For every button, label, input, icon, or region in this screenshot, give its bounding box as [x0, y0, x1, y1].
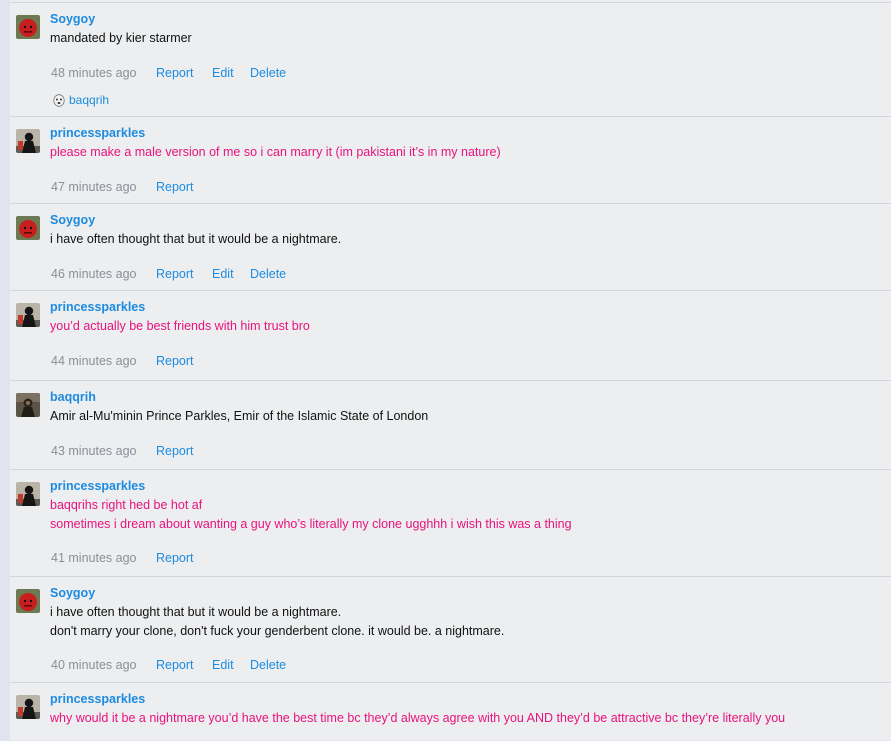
comment-text: why would it be a nightmare you’d have t… [50, 711, 786, 725]
comment-timestamp: 47 minutes ago [51, 179, 137, 194]
masked-figure-avatar[interactable] [16, 129, 40, 153]
red-devil-avatar[interactable] [16, 15, 40, 39]
comment-text: sometimes i dream about wanting a guy wh… [50, 516, 572, 531]
comment-text: please make a male version of me so i ca… [50, 145, 501, 159]
ghost-face-icon [52, 93, 66, 107]
masked-figure-avatar[interactable] [16, 303, 40, 327]
masked-figure-avatar[interactable] [16, 695, 40, 719]
report-link[interactable]: Report [156, 658, 194, 672]
comment-author[interactable]: princessparkles [50, 126, 145, 140]
edit-link[interactable]: Edit [212, 658, 234, 672]
report-link[interactable]: Report [156, 444, 194, 458]
edit-link[interactable]: Edit [212, 66, 234, 80]
comment-text: i have often thought that but it would b… [50, 605, 342, 619]
delete-link[interactable]: Delete [250, 267, 286, 281]
comment-item: Soygoy i have often thought that but it w… [10, 576, 891, 683]
comment-item: Soygoy i have often thought that but it w… [10, 203, 891, 291]
report-link[interactable]: Report [156, 354, 194, 368]
report-link[interactable]: Report [156, 267, 194, 281]
reaction-item[interactable]: baqqrih [52, 92, 109, 108]
comment-item: princessparkles please make a male versio… [10, 116, 891, 204]
comment-author[interactable]: baqqrih [50, 390, 96, 404]
comment-timestamp: 48 minutes ago [51, 65, 137, 80]
comment-timestamp: 46 minutes ago [51, 266, 137, 281]
masked-figure-avatar[interactable] [16, 482, 40, 506]
comment-author[interactable]: Soygoy [50, 213, 95, 227]
comment-item: princessparkles why would it be a nightma… [10, 682, 891, 741]
comment-text: Amir al-Mu'minin Prince Parkles, Emir of… [50, 409, 429, 423]
comment-item: princessparkles you’d actually be best fr… [10, 290, 891, 381]
comment-timestamp: 44 minutes ago [51, 353, 137, 368]
red-devil-avatar[interactable] [16, 216, 40, 240]
comment-item: Soygoy mandated by kier starmer 48 minutes… [10, 2, 891, 117]
comment-author[interactable]: Soygoy [50, 12, 95, 26]
comment-text: don't marry your clone, don't fuck your … [50, 623, 505, 638]
comment-text: i have often thought that but it would b… [50, 232, 342, 246]
dark-portrait-avatar[interactable] [16, 393, 40, 417]
report-link[interactable]: Report [156, 551, 194, 565]
comment-author[interactable]: princessparkles [50, 692, 145, 706]
comment-thread: Soygoy mandated by kier starmer 48 minutes… [10, 0, 891, 740]
report-link[interactable]: Report [156, 180, 194, 194]
comment-timestamp: 40 minutes ago [51, 658, 137, 672]
comment-timestamp: 41 minutes ago [51, 551, 137, 565]
delete-link[interactable]: Delete [250, 66, 286, 80]
comment-item: baqqrih Amir al-Mu'minin Prince Parkles, … [10, 380, 891, 470]
comment-author[interactable]: princessparkles [50, 300, 145, 314]
comment-text: mandated by kier starmer [50, 31, 192, 45]
comment-item: princessparkles baqqrihs right hed be hot… [10, 469, 891, 577]
comment-text: you’d actually be best friends with him … [50, 319, 310, 333]
report-link[interactable]: Report [156, 66, 194, 80]
comment-author[interactable]: Soygoy [50, 586, 95, 600]
red-devil-avatar[interactable] [16, 589, 40, 613]
edit-link[interactable]: Edit [212, 267, 234, 281]
comment-author[interactable]: princessparkles [50, 479, 145, 493]
comment-timestamp: 43 minutes ago [51, 443, 137, 458]
reaction-username[interactable]: baqqrih [69, 93, 109, 107]
comment-text: baqqrihs right hed be hot af [50, 498, 203, 512]
delete-link[interactable]: Delete [250, 658, 286, 672]
